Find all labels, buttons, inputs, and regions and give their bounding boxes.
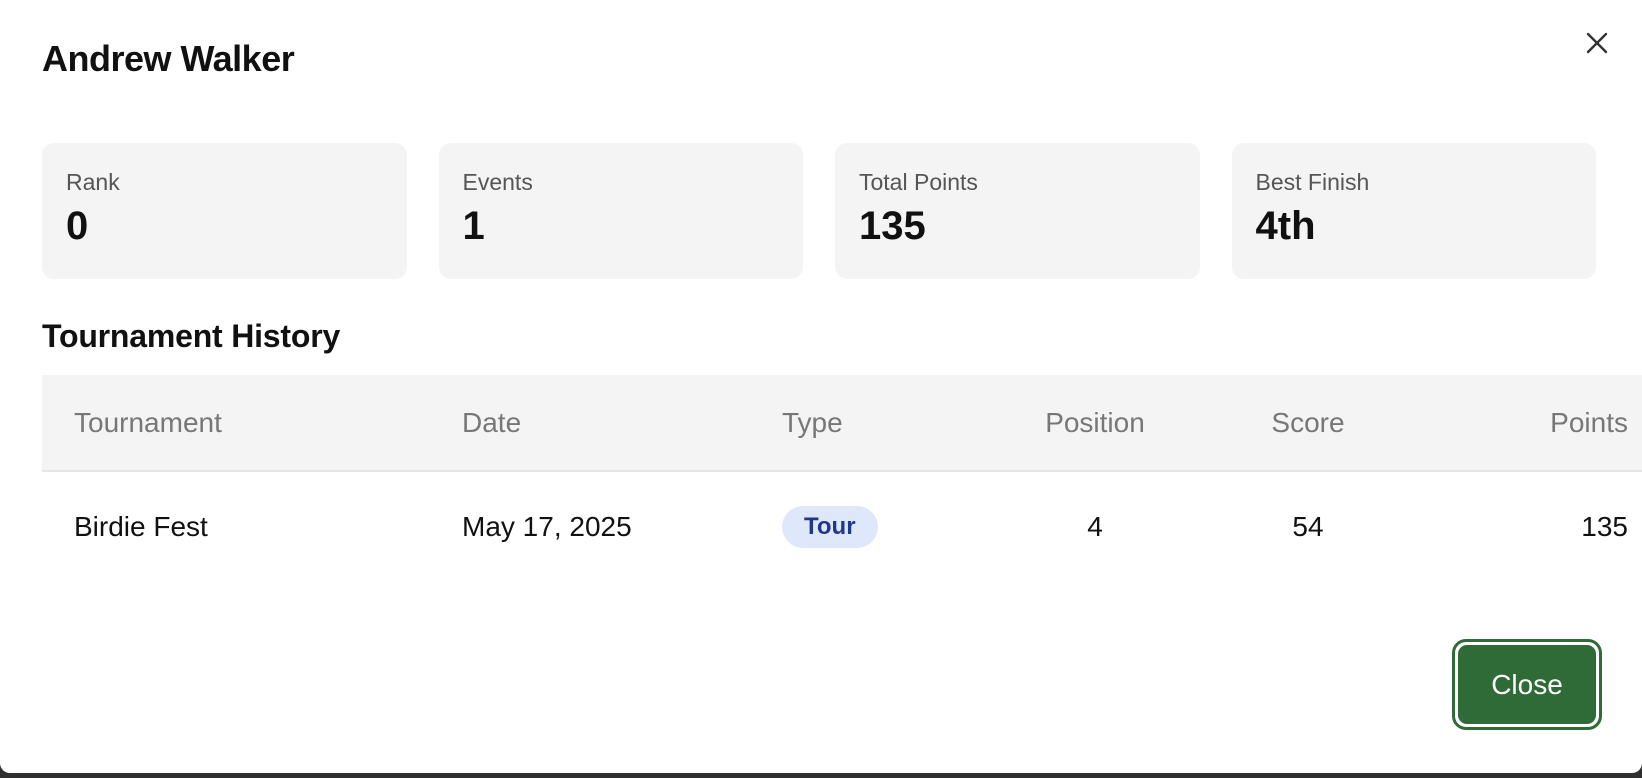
close-icon[interactable]: [1582, 28, 1612, 58]
player-details-modal: Andrew Walker Rank 0 Events 1 Total Poin…: [0, 0, 1642, 773]
close-button-label: Close: [1458, 645, 1596, 724]
stat-label: Best Finish: [1255, 169, 1370, 195]
cell-type: Tour: [782, 471, 982, 582]
stats-row: Rank 0 Events 1 Total Points 135 Best Fi…: [42, 143, 1596, 279]
modal-title: Andrew Walker: [42, 38, 295, 79]
cell-tournament: Birdie Fest: [74, 511, 208, 542]
column-header-points[interactable]: Points: [1408, 375, 1642, 472]
cell-position: 4: [1087, 511, 1103, 542]
stat-label: Total Points: [859, 169, 978, 195]
column-header-tournament[interactable]: Tournament: [42, 375, 462, 472]
tournament-history-table: Tournament Date Type Position Score Poin…: [42, 375, 1642, 582]
cell-date: May 17, 2025: [462, 511, 632, 542]
stat-card-rank: Rank 0: [42, 143, 407, 279]
stat-card-events: Events 1: [438, 143, 803, 279]
column-header-date[interactable]: Date: [462, 375, 782, 472]
stat-label: Events: [462, 169, 533, 195]
stat-card-total-points: Total Points 135: [835, 143, 1200, 279]
stat-value: 135: [859, 204, 926, 248]
column-header-position[interactable]: Position: [982, 375, 1208, 472]
table-row: Birdie Fest May 17, 2025 Tour 4 54 135: [42, 471, 1642, 582]
cell-points: 135: [1581, 511, 1628, 542]
column-header-score[interactable]: Score: [1208, 375, 1408, 472]
tournament-history-title: Tournament History: [42, 318, 341, 354]
table-header-row: Tournament Date Type Position Score Poin…: [42, 375, 1642, 472]
type-badge: Tour: [782, 506, 878, 548]
close-button[interactable]: Close: [1452, 639, 1602, 730]
stat-card-best-finish: Best Finish 4th: [1231, 143, 1596, 279]
cell-score: 54: [1292, 511, 1324, 542]
stat-value: 0: [66, 204, 89, 248]
column-header-type[interactable]: Type: [782, 375, 982, 472]
stat-value: 4th: [1255, 204, 1316, 248]
stat-label: Rank: [66, 169, 120, 195]
stat-value: 1: [462, 204, 485, 248]
